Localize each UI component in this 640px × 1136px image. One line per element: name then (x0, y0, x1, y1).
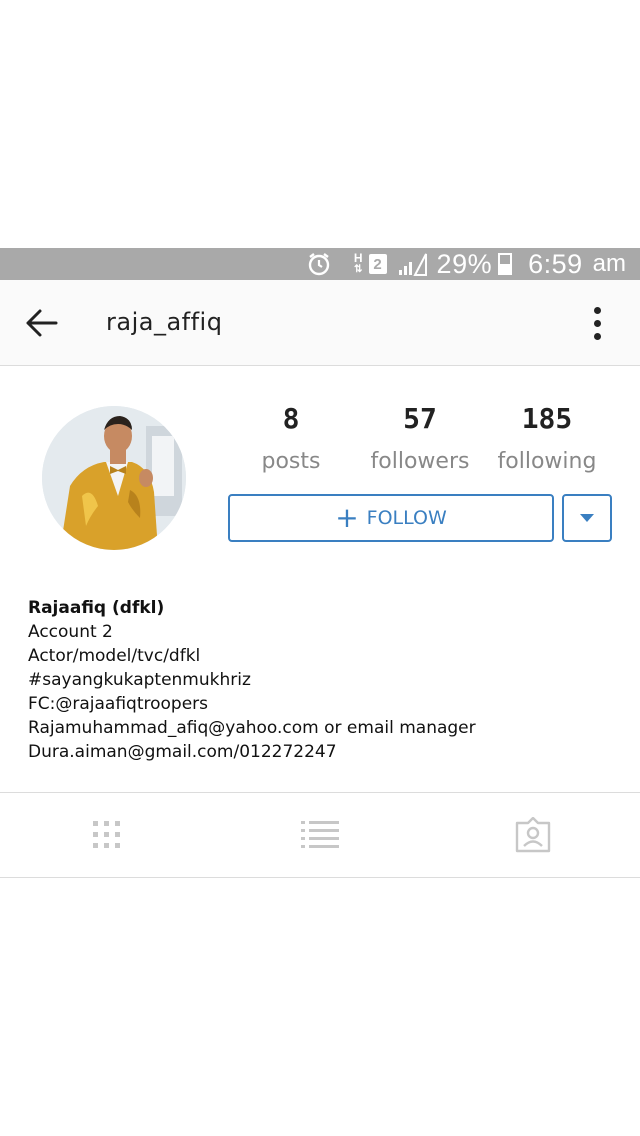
plus-icon: + (335, 501, 359, 534)
profile-header: raja_affiq (0, 280, 640, 366)
triangle-down-icon (580, 514, 594, 522)
tab-list-view[interactable] (240, 793, 400, 877)
following-count: 185 (521, 402, 573, 435)
clock-time: 6:59 (528, 248, 583, 279)
tagged-photos-icon (515, 817, 551, 853)
battery-percent: 29% (436, 248, 493, 279)
more-options-button[interactable] (580, 302, 614, 344)
bio-line[interactable]: #sayangkukaptenmukhriz (28, 668, 618, 692)
follow-button[interactable]: + FOLLOW (228, 494, 554, 542)
signal-icon (397, 252, 427, 276)
followers-count: 57 (403, 402, 437, 435)
data-arrows-icon: H ⇅ (353, 251, 363, 275)
profile-bio: Rajaafiq (dfkl) Account 2 Actor/model/tv… (28, 596, 618, 764)
bio-line: Dura.aiman@gmail.com/012272247 (28, 742, 337, 762)
bio-line[interactable]: FC:@rajaafiqtroopers (28, 692, 618, 716)
more-vertical-icon (593, 306, 601, 314)
alarm-icon (306, 251, 332, 277)
posts-label: posts (261, 449, 321, 474)
page-title: raja_affiq (106, 308, 223, 336)
stat-posts[interactable]: 8 posts (231, 402, 351, 474)
bio-line: Account 2 (28, 622, 113, 642)
stat-following[interactable]: 185 following (487, 402, 607, 474)
profile-photo (42, 406, 186, 550)
arrow-left-icon (26, 309, 58, 337)
content-view-tabs (0, 792, 640, 878)
grid-view-icon (93, 821, 120, 848)
stat-followers[interactable]: 57 followers (360, 402, 480, 474)
list-view-icon (301, 821, 339, 848)
sim-badge: 2 (368, 254, 387, 274)
profile-screen: H ⇅ 2 29% 6:59 am raja_affiq 8 posts 57 … (0, 0, 640, 1136)
suggestions-dropdown-button[interactable] (562, 494, 612, 542)
back-button[interactable] (20, 302, 62, 344)
bio-line: Actor/model/tvc/dfkl (28, 646, 201, 666)
battery-icon (498, 253, 513, 275)
avatar[interactable] (42, 406, 186, 550)
followers-label: followers (370, 449, 470, 474)
posts-count: 8 (282, 402, 300, 435)
tab-tagged-photos[interactable] (453, 793, 613, 877)
network-type-label: H (353, 251, 363, 265)
bio-line: Rajamuhammad_afiq@yahoo.com or email man… (28, 718, 476, 738)
bio-name: Rajaafiq (dfkl) (28, 598, 165, 618)
following-label: following (497, 449, 597, 474)
status-bar: H ⇅ 2 29% 6:59 am (0, 248, 640, 280)
follow-label: FOLLOW (366, 507, 447, 529)
clock-ampm: am (592, 250, 626, 277)
tab-grid-view[interactable] (27, 793, 187, 877)
